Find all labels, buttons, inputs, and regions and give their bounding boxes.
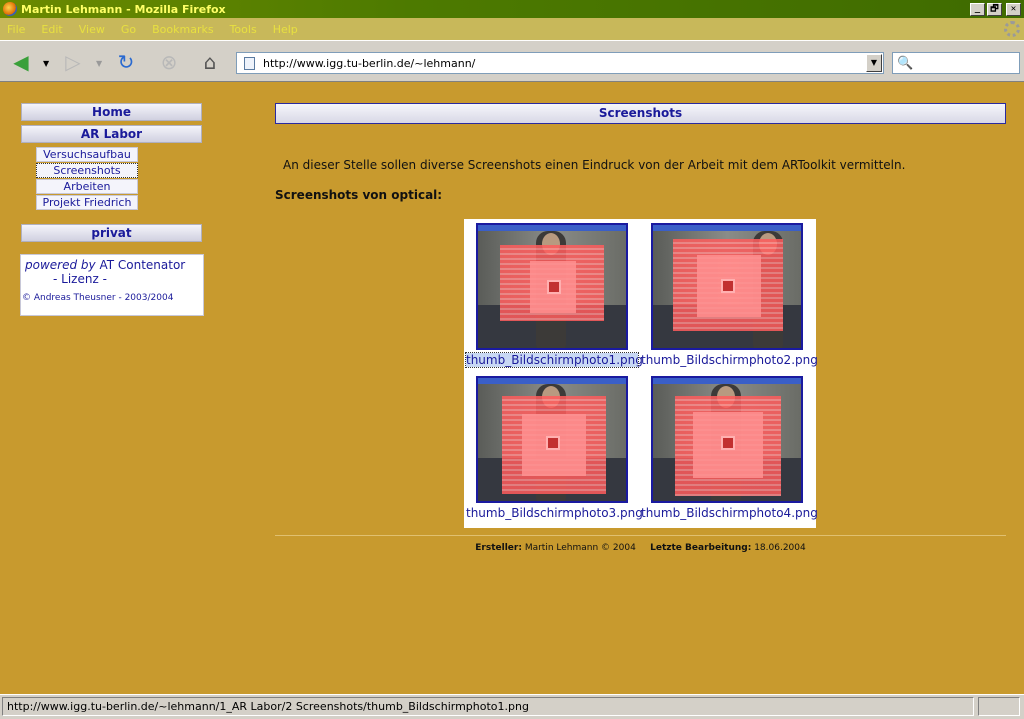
page-content: Home AR Labor Versuchsaufbau Screenshots… bbox=[0, 83, 1024, 694]
nav-home[interactable]: Home bbox=[21, 103, 202, 121]
intro-text: An dieser Stelle sollen diverse Screensh… bbox=[283, 158, 906, 172]
thumbnail-link[interactable]: thumb_Bildschirmphoto2.png bbox=[641, 353, 818, 367]
back-icon[interactable]: ◀ bbox=[8, 50, 34, 74]
menu-file[interactable]: File bbox=[7, 23, 25, 36]
nav-privat[interactable]: privat bbox=[21, 224, 202, 242]
thumbnail-link[interactable]: thumb_Bildschirmphoto1.png bbox=[465, 352, 643, 368]
thumbnail-image[interactable] bbox=[651, 376, 803, 503]
thumbnail-link[interactable]: thumb_Bildschirmphoto3.png bbox=[466, 506, 643, 520]
menu-bar: File Edit View Go Bookmarks Tools Help bbox=[0, 18, 1024, 40]
ar-labor-subnav: Versuchsaufbau Screenshots Arbeiten Proj… bbox=[36, 147, 204, 210]
page-footer: Ersteller: Martin Lehmann © 2004 Letzte … bbox=[275, 543, 1006, 553]
home-icon[interactable]: ⌂ bbox=[197, 50, 223, 74]
reload-icon[interactable]: ↻ bbox=[113, 50, 139, 74]
thumbnail-item[interactable]: thumb_Bildschirmphoto3.png bbox=[466, 376, 643, 520]
back-dropdown-icon[interactable]: ▼ bbox=[43, 59, 49, 68]
sidebar: Home AR Labor Versuchsaufbau Screenshots… bbox=[20, 103, 204, 316]
status-text: http://www.igg.tu-berlin.de/~lehmann/1_A… bbox=[2, 697, 974, 716]
maximize-button[interactable]: 🗗 bbox=[987, 2, 1002, 16]
thumbnail-item[interactable]: thumb_Bildschirmphoto4.png bbox=[641, 376, 818, 520]
powered-by-link[interactable]: AT Contenator bbox=[99, 258, 185, 272]
close-button[interactable]: ✕ bbox=[1006, 2, 1021, 16]
main-area: Screenshots An dieser Stelle sollen dive… bbox=[275, 103, 1006, 528]
window-controls: _ 🗗 ✕ bbox=[970, 2, 1021, 16]
window-title: Martin Lehmann - Mozilla Firefox bbox=[21, 2, 226, 16]
search-box[interactable]: 🔍 bbox=[892, 52, 1020, 74]
thumbnail-image[interactable] bbox=[476, 376, 628, 503]
url-dropdown-icon[interactable]: ▼ bbox=[866, 54, 882, 72]
last-edit-label: Letzte Bearbeitung: bbox=[650, 543, 752, 553]
thumbnail-link[interactable]: thumb_Bildschirmphoto4.png bbox=[641, 506, 818, 520]
nav-screenshots[interactable]: Screenshots bbox=[36, 163, 138, 178]
thumbnail-item[interactable]: thumb_Bildschirmphoto1.png bbox=[465, 223, 643, 368]
menu-tools[interactable]: Tools bbox=[230, 23, 257, 36]
menu-edit[interactable]: Edit bbox=[41, 23, 62, 36]
thumbnail-gallery: thumb_Bildschirmphoto1.png thumb_Bildsch… bbox=[464, 219, 818, 528]
creator-label: Ersteller: bbox=[475, 543, 522, 553]
nav-versuchsaufbau[interactable]: Versuchsaufbau bbox=[36, 147, 138, 162]
menu-view[interactable]: View bbox=[79, 23, 105, 36]
url-bar[interactable]: ▼ bbox=[236, 52, 884, 74]
navigation-toolbar: ◀ ▼ ▷ ▼ ↻ ⊗ ⌂ ▼ 🔍 bbox=[0, 40, 1024, 82]
url-input[interactable] bbox=[263, 56, 866, 70]
last-edit-date: 18.06.2004 bbox=[754, 543, 806, 553]
nav-projekt-friedrich[interactable]: Projekt Friedrich bbox=[36, 195, 138, 210]
powered-by-line: powered by AT Contenator bbox=[25, 258, 199, 272]
stop-icon[interactable]: ⊗ bbox=[156, 50, 182, 74]
powered-by-label: powered by bbox=[25, 258, 96, 272]
powered-by-box: powered by AT Contenator - Lizenz - © An… bbox=[20, 254, 204, 316]
license-link[interactable]: - Lizenz - bbox=[53, 272, 199, 286]
footer-divider bbox=[275, 535, 1006, 536]
nav-arbeiten[interactable]: Arbeiten bbox=[36, 179, 138, 194]
firefox-logo-icon bbox=[3, 2, 17, 16]
thumbnail-image[interactable] bbox=[476, 223, 628, 350]
nav-ar-labor[interactable]: AR Labor bbox=[21, 125, 202, 143]
status-bar: http://www.igg.tu-berlin.de/~lehmann/1_A… bbox=[0, 694, 1024, 719]
status-panel bbox=[978, 697, 1020, 716]
copyright-text: © Andreas Theusner - 2003/2004 bbox=[22, 293, 174, 303]
creator-name: Martin Lehmann © 2004 bbox=[524, 543, 636, 553]
menu-help[interactable]: Help bbox=[273, 23, 298, 36]
page-title: Screenshots bbox=[275, 103, 1006, 124]
page-icon bbox=[244, 56, 255, 70]
throbber-icon bbox=[1004, 21, 1020, 37]
menu-bookmarks[interactable]: Bookmarks bbox=[152, 23, 213, 36]
menu-go[interactable]: Go bbox=[121, 23, 136, 36]
minimize-button[interactable]: _ bbox=[970, 2, 985, 16]
window-titlebar: Martin Lehmann - Mozilla Firefox _ 🗗 ✕ bbox=[0, 0, 1024, 18]
forward-dropdown-icon[interactable]: ▼ bbox=[96, 59, 102, 68]
forward-icon[interactable]: ▷ bbox=[60, 50, 86, 74]
thumbnail-image[interactable] bbox=[651, 223, 803, 350]
thumbnail-item[interactable]: thumb_Bildschirmphoto2.png bbox=[641, 223, 818, 367]
section-heading: Screenshots von optical: bbox=[275, 188, 443, 202]
search-icon[interactable]: 🔍 bbox=[897, 56, 913, 71]
